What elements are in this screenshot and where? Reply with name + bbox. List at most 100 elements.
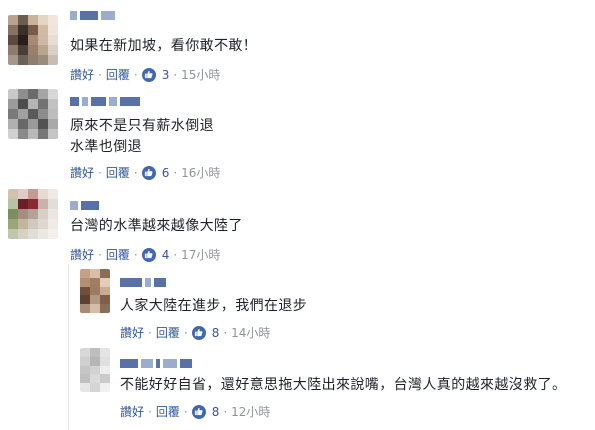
avatar-pixel	[18, 219, 28, 229]
commenter-name-blurred[interactable]	[70, 11, 115, 20]
avatar-pixel	[18, 189, 28, 199]
avatar-pixel	[48, 89, 58, 99]
avatar-pixel	[48, 219, 58, 229]
avatar-pixel	[80, 356, 90, 366]
separator-dot: ·	[148, 404, 152, 419]
avatar-pixel	[90, 286, 100, 296]
timestamp[interactable]: 16小時	[181, 164, 220, 181]
reply-link[interactable]: 回覆	[106, 246, 130, 263]
comment-text: 原來不是只有薪水倒退 水準也倒退	[70, 118, 214, 155]
avatar-pixel	[38, 229, 48, 239]
avatar-pixel	[28, 25, 38, 35]
avatar[interactable]	[8, 15, 58, 65]
avatar-pixel	[38, 119, 48, 129]
avatar-pixel	[48, 119, 58, 129]
commenter-name-blurred[interactable]	[70, 97, 140, 106]
avatar-pixel	[90, 365, 100, 375]
like-icon[interactable]	[141, 165, 156, 180]
like-icon[interactable]	[191, 404, 206, 419]
avatar-pixel	[8, 89, 18, 99]
avatar-pixel	[48, 25, 58, 35]
avatar-pixel	[48, 189, 58, 199]
reply-link[interactable]: 回覆	[106, 66, 130, 83]
avatar-pixel	[38, 109, 48, 119]
avatar-pixel	[90, 295, 100, 305]
avatar-pixel	[90, 356, 100, 366]
avatar-pixel	[18, 229, 28, 239]
separator-dot: ·	[98, 67, 102, 82]
comment-text: 如果在新加坡，看你敢不敢！	[70, 38, 258, 54]
avatar-pixel	[38, 35, 48, 45]
avatar-pixel	[18, 55, 28, 65]
avatar-pixel	[38, 219, 48, 229]
reply-link[interactable]: 回覆	[156, 403, 180, 420]
avatar[interactable]	[80, 269, 110, 313]
separator-dot: ·	[173, 247, 178, 262]
separator-dot: ·	[183, 325, 188, 340]
like-link[interactable]: 讚好	[120, 403, 144, 420]
avatar-pixel	[28, 119, 38, 129]
like-link[interactable]: 讚好	[120, 324, 144, 341]
avatar-pixel	[28, 55, 38, 65]
comment-actions: 讚好 · 回覆 · 8 · 14小時	[120, 324, 270, 341]
reply-link[interactable]: 回覆	[156, 324, 180, 341]
avatar-pixel	[38, 15, 48, 25]
avatar-pixel	[100, 374, 110, 384]
avatar-pixel	[8, 209, 18, 219]
timestamp[interactable]: 12小時	[231, 403, 270, 420]
like-icon[interactable]	[191, 325, 206, 340]
avatar-pixel	[48, 45, 58, 55]
separator-dot: ·	[98, 247, 102, 262]
avatar-pixel	[8, 25, 18, 35]
reply-thread-line	[68, 264, 69, 430]
reply-link[interactable]: 回覆	[106, 164, 130, 181]
avatar-pixel	[38, 209, 48, 219]
like-link[interactable]: 讚好	[70, 246, 94, 263]
commenter-name-blurred[interactable]	[70, 201, 99, 210]
avatar[interactable]	[8, 189, 58, 239]
avatar-pixel	[8, 99, 18, 109]
avatar-pixel	[38, 99, 48, 109]
avatar-pixel	[38, 45, 48, 55]
like-icon[interactable]	[141, 67, 156, 82]
separator-dot: ·	[173, 67, 178, 82]
avatar[interactable]	[80, 348, 110, 392]
like-link[interactable]: 讚好	[70, 66, 94, 83]
avatar-pixel	[90, 269, 100, 278]
like-count[interactable]: 3	[162, 68, 170, 82]
avatar-pixel	[28, 35, 38, 45]
timestamp[interactable]: 17小時	[181, 246, 220, 263]
avatar-pixel	[48, 15, 58, 25]
like-link[interactable]: 讚好	[70, 164, 94, 181]
reply-1: 人家大陸在進步，我們在退步 讚好 · 回覆 · 8 · 14小時	[80, 266, 588, 346]
avatar-pixel	[8, 129, 18, 139]
avatar-pixel	[80, 304, 90, 313]
avatar[interactable]	[8, 89, 58, 139]
commenter-name-blurred[interactable]	[120, 359, 192, 368]
avatar-pixel	[80, 295, 90, 305]
avatar-pixel	[18, 199, 28, 209]
like-icon[interactable]	[141, 247, 156, 262]
avatar-pixel	[100, 277, 110, 287]
avatar-pixel	[48, 109, 58, 119]
avatar-pixel	[8, 219, 18, 229]
timestamp[interactable]: 15小時	[181, 66, 220, 83]
like-count[interactable]: 8	[212, 326, 220, 340]
avatar-pixel	[80, 286, 90, 296]
avatar-pixel	[48, 35, 58, 45]
avatar-pixel	[28, 129, 38, 139]
avatar-pixel	[8, 35, 18, 45]
timestamp[interactable]: 14小時	[231, 324, 270, 341]
commenter-name-blurred[interactable]	[120, 278, 166, 287]
avatar-pixel	[8, 15, 18, 25]
avatar-pixel	[100, 304, 110, 313]
comment-text: 台灣的水準越來越像大陸了	[70, 218, 243, 234]
like-count[interactable]: 6	[162, 166, 170, 180]
like-count[interactable]: 8	[212, 405, 220, 419]
separator-dot: ·	[223, 404, 228, 419]
like-count[interactable]: 4	[162, 248, 170, 262]
avatar-pixel	[8, 189, 18, 199]
avatar-pixel	[8, 45, 18, 55]
separator-dot: ·	[183, 404, 188, 419]
avatar-pixel	[90, 383, 100, 392]
